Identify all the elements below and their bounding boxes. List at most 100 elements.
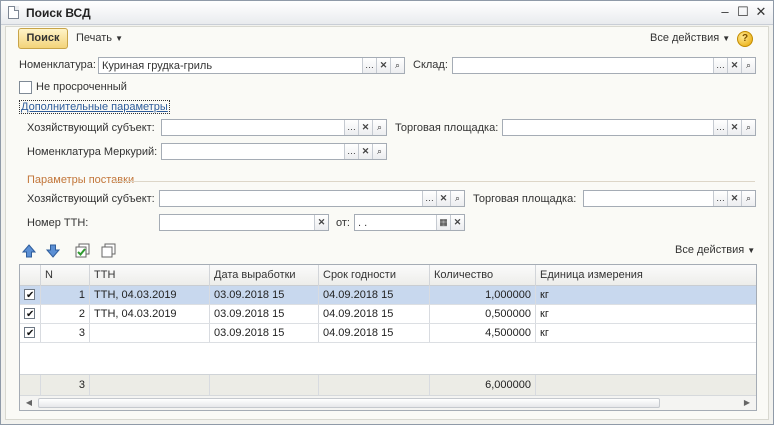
table-footer: 3 6,000000 [20, 374, 756, 395]
not-expired-checkbox[interactable] [19, 81, 32, 94]
search-icon[interactable]: ⌕ [741, 120, 755, 135]
search-icon[interactable]: ⌕ [741, 191, 755, 206]
search-icon[interactable]: ⌕ [390, 58, 404, 73]
nomenclature-value[interactable]: Куриная грудка-гриль [99, 58, 362, 73]
clear-icon[interactable]: ✕ [727, 58, 741, 73]
row-check-cell[interactable] [20, 324, 41, 342]
cell-expiry: 04.09.2018 15 [319, 305, 430, 323]
row-check-cell[interactable] [20, 305, 41, 323]
trade-area-value[interactable] [503, 120, 713, 135]
search-icon[interactable]: ⌕ [372, 144, 386, 159]
row-checkbox[interactable] [24, 306, 35, 323]
economic-entity-value[interactable] [162, 120, 344, 135]
select-icon[interactable]: … [713, 191, 727, 206]
cell-production-date: 03.09.2018 15 [210, 286, 319, 304]
calendar-icon[interactable]: ▦ [436, 215, 450, 230]
cell-ttn: ТТН, 04.03.2019 [90, 286, 210, 304]
cell-expiry: 04.09.2018 15 [319, 286, 430, 304]
warehouse-field[interactable]: … ✕ ⌕ [452, 57, 756, 74]
column-header-unit[interactable]: Единица измерения [536, 265, 756, 286]
column-header-quantity[interactable]: Количество [430, 265, 536, 286]
table-row[interactable]: 2 ТТН, 04.03.2019 03.09.2018 15 04.09.20… [20, 305, 756, 324]
scroll-left-icon[interactable]: ◀ [22, 397, 36, 409]
delivery-trade-area-value[interactable] [584, 191, 713, 206]
move-up-icon[interactable] [21, 243, 37, 259]
clear-icon[interactable]: ✕ [314, 215, 328, 230]
column-header-n[interactable]: N [41, 265, 90, 286]
select-icon[interactable]: … [713, 120, 727, 135]
footer-count: 3 [41, 375, 90, 395]
delivery-section-title: Параметры поставки [27, 174, 135, 186]
mercury-nomenclature-value[interactable] [162, 144, 344, 159]
select-icon[interactable]: … [713, 58, 727, 73]
all-actions-menu[interactable]: Все действия ▼ [650, 32, 730, 44]
cell-expiry: 04.09.2018 15 [319, 324, 430, 342]
move-down-icon[interactable] [45, 243, 61, 259]
from-date-value[interactable]: . . [355, 215, 436, 230]
column-header-production-date[interactable]: Дата выработки [210, 265, 319, 286]
row-check-cell[interactable] [20, 286, 41, 304]
clear-icon[interactable]: ✕ [358, 144, 372, 159]
ttn-number-value[interactable] [160, 215, 314, 230]
table-all-actions-label: Все действия [675, 244, 745, 256]
column-header-ttn[interactable]: ТТН [90, 265, 210, 286]
search-icon[interactable]: ⌕ [450, 191, 464, 206]
table-row[interactable]: 3 03.09.2018 15 04.09.2018 15 4,500000 к… [20, 324, 756, 343]
chevron-down-icon: ▼ [115, 34, 124, 43]
select-icon[interactable]: … [422, 191, 436, 206]
clear-icon[interactable]: ✕ [450, 215, 464, 230]
delivery-trade-area-field[interactable]: … ✕ ⌕ [583, 190, 756, 207]
nomenclature-field[interactable]: Куриная грудка-гриль … ✕ ⌕ [98, 57, 405, 74]
footer-cell-check [20, 375, 41, 395]
window: Поиск ВСД – ☐ ✕ Поиск Печать ▼ Все дейст… [0, 0, 774, 425]
not-expired-label: Не просроченный [36, 81, 127, 93]
select-icon[interactable]: … [344, 120, 358, 135]
cell-quantity: 0,500000 [430, 305, 536, 323]
search-icon[interactable]: ⌕ [372, 120, 386, 135]
check-all-icon[interactable] [75, 243, 91, 259]
row-checkbox[interactable] [24, 325, 35, 342]
ttn-number-field[interactable]: ✕ [159, 214, 329, 231]
mercury-nomenclature-field[interactable]: … ✕ ⌕ [161, 143, 387, 160]
help-icon[interactable]: ? [737, 31, 753, 47]
row-checkbox[interactable] [24, 287, 35, 304]
clear-icon[interactable]: ✕ [727, 120, 741, 135]
select-icon[interactable]: … [362, 58, 376, 73]
table-all-actions-menu[interactable]: Все действия ▼ [675, 244, 755, 256]
delivery-economic-entity-field[interactable]: … ✕ ⌕ [159, 190, 465, 207]
document-icon [8, 6, 19, 19]
cell-n: 2 [41, 305, 90, 323]
footer-cell-ttn [90, 375, 210, 395]
horizontal-scrollbar[interactable]: ◀ ▶ [20, 395, 756, 410]
uncheck-all-icon[interactable] [101, 243, 117, 259]
footer-quantity-total: 6,000000 [430, 375, 536, 395]
cell-unit: кг [540, 327, 549, 339]
scrollbar-thumb[interactable] [38, 398, 660, 408]
select-icon[interactable]: … [344, 144, 358, 159]
delivery-economic-entity-label: Хозяйствующий субъект: [27, 193, 155, 205]
close-icon[interactable]: ✕ [753, 5, 769, 20]
scroll-right-icon[interactable]: ▶ [740, 397, 754, 409]
section-divider [115, 181, 755, 182]
clear-icon[interactable]: ✕ [436, 191, 450, 206]
chevron-down-icon: ▼ [722, 34, 731, 43]
economic-entity-field[interactable]: … ✕ ⌕ [161, 119, 387, 136]
warehouse-value[interactable] [453, 58, 713, 73]
window-title: Поиск ВСД [26, 6, 91, 20]
delivery-economic-entity-value[interactable] [160, 191, 422, 206]
column-header-expiry[interactable]: Срок годности [319, 265, 430, 286]
from-date-field[interactable]: . . ▦ ✕ [354, 214, 465, 231]
table-row[interactable]: 1 ТТН, 04.03.2019 03.09.2018 15 04.09.20… [20, 286, 756, 305]
clear-icon[interactable]: ✕ [727, 191, 741, 206]
print-menu[interactable]: Печать ▼ [76, 32, 123, 44]
advanced-params-link[interactable]: Дополнительные параметры [19, 100, 170, 114]
clear-icon[interactable]: ✕ [376, 58, 390, 73]
maximize-icon[interactable]: ☐ [735, 5, 751, 20]
cell-n: 3 [41, 324, 90, 342]
search-button[interactable]: Поиск [18, 28, 68, 49]
search-icon[interactable]: ⌕ [741, 58, 755, 73]
clear-icon[interactable]: ✕ [358, 120, 372, 135]
trade-area-field[interactable]: … ✕ ⌕ [502, 119, 756, 136]
cell-quantity: 1,000000 [430, 286, 536, 304]
minimize-icon[interactable]: – [717, 5, 733, 20]
